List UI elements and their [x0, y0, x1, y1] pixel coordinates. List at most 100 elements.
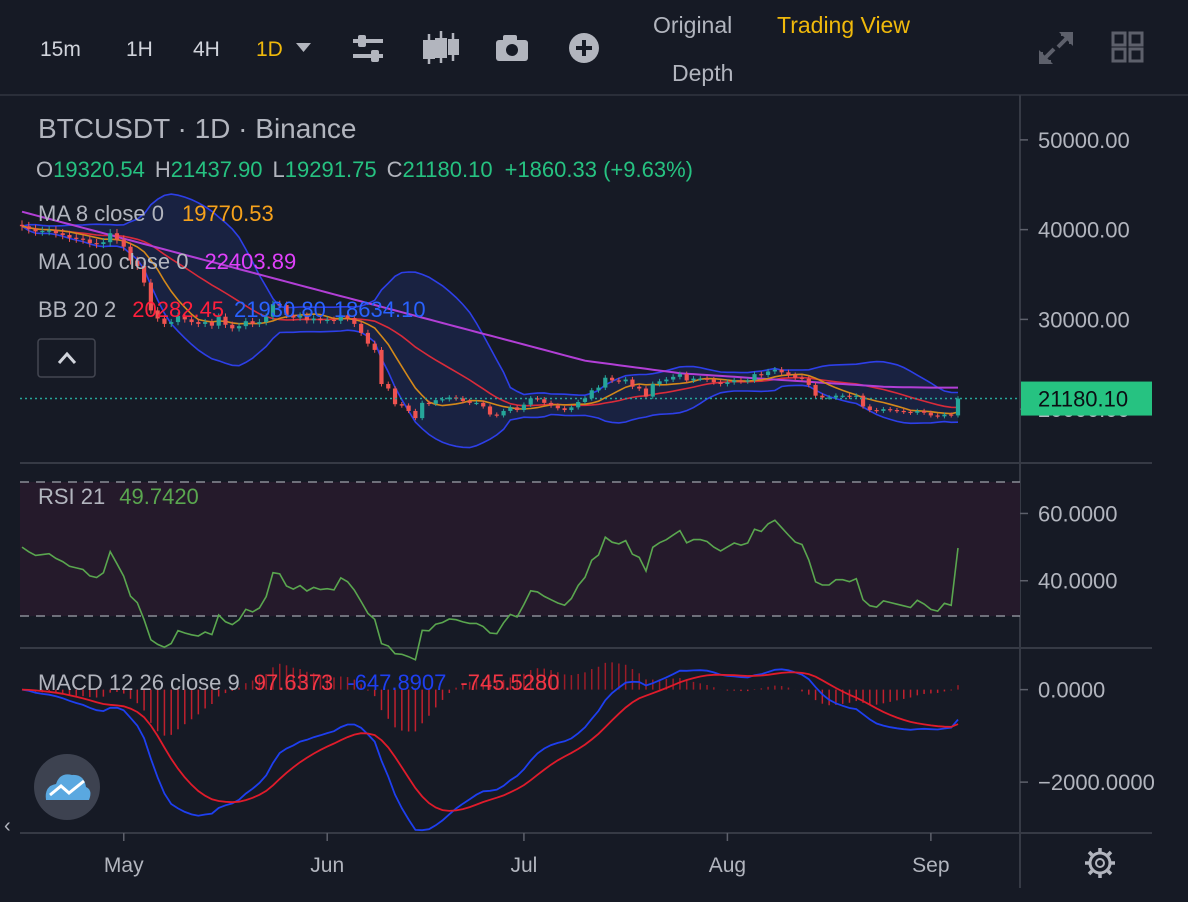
candle-body [236, 326, 242, 329]
candle [955, 396, 961, 418]
ohlc-readout: O19320.54 H21437.90 L19291.75 C21180.10 +186… [36, 157, 693, 182]
candle-body [94, 243, 99, 245]
time-tick-label: Jul [510, 854, 537, 877]
add-indicator-icon[interactable] [569, 33, 599, 63]
candle-body [854, 395, 859, 397]
candle-body [494, 414, 499, 416]
candle-body [169, 322, 174, 324]
candle-body [637, 386, 642, 389]
rsi-tick-label: 40.0000 [1038, 569, 1118, 594]
candle-body [894, 410, 900, 412]
candle-body [752, 374, 757, 381]
candle-body [691, 378, 696, 381]
symbol-title: BTCUSDT · 1D · Binance [38, 113, 356, 144]
candle-body [732, 380, 737, 383]
candle-body [874, 410, 879, 412]
candle-body [799, 377, 805, 379]
candle-body [813, 384, 818, 396]
price-tick-label: 40000.00 [1038, 218, 1130, 243]
candle-body [793, 375, 798, 378]
ohlc-o-label: O [36, 157, 53, 182]
candle-body [257, 322, 262, 324]
candle-body [467, 401, 472, 403]
candle-body [779, 369, 784, 373]
candle-body [386, 384, 391, 389]
candle-body [80, 238, 86, 240]
candle-body [765, 371, 771, 376]
candle-body [365, 332, 371, 344]
candle-body [888, 409, 893, 411]
collapse-legend-button[interactable] [37, 338, 96, 378]
candle-body [643, 388, 649, 397]
candlestick-type-icon[interactable] [423, 31, 459, 64]
tab-original[interactable]: Original [653, 12, 732, 38]
candle-body [867, 406, 872, 411]
candle-body [908, 411, 913, 414]
candle-body [555, 405, 560, 409]
candle-body [562, 408, 567, 411]
interval-15m[interactable]: 15m [40, 38, 81, 61]
candle-body [671, 376, 676, 380]
candle-body [847, 395, 852, 397]
candle-body [833, 395, 839, 398]
candle-body [820, 395, 825, 398]
candle-body [487, 406, 493, 415]
rsi-legend: RSI 21 49.7420 [38, 484, 199, 509]
candle-body [121, 239, 126, 247]
candle-body [515, 407, 520, 411]
candle-body [508, 407, 513, 411]
candle-body [745, 380, 750, 382]
candle-body [413, 410, 418, 419]
candle [392, 386, 398, 407]
interval-1d-active[interactable]: 1D [256, 38, 283, 61]
candle-body [711, 379, 716, 383]
macd-tick-label: 0.0000 [1038, 678, 1105, 703]
tab-trading-view[interactable]: Trading View [777, 12, 910, 38]
candle-body [196, 322, 201, 324]
candle-body [40, 230, 45, 233]
ohlc-h-label: H [155, 157, 171, 182]
candle-body [949, 414, 954, 416]
candle-body [501, 410, 506, 416]
candle-body [860, 395, 866, 407]
candle-body [901, 410, 906, 413]
ohlc-change: +1860.33 (+9.63%) [505, 157, 693, 182]
candle-body [650, 384, 655, 397]
candle-body [664, 379, 669, 382]
price-tick-label: 30000.00 [1038, 307, 1130, 332]
candle-body [426, 402, 432, 405]
candle-body [87, 239, 92, 244]
candle-body [19, 224, 25, 227]
candle-body [433, 400, 438, 404]
ohlc-close: 21180.10 [402, 157, 492, 182]
candle-body [772, 369, 777, 372]
candle-body [372, 343, 377, 350]
candle-body [942, 414, 947, 417]
candle-body [786, 372, 791, 376]
interval-4h[interactable]: 4H [193, 38, 220, 61]
price-chart[interactable]: 15m 1H 4H 1D Original Trading View Depth… [0, 0, 1188, 902]
candle-body [542, 399, 547, 403]
candle-body [548, 402, 554, 406]
candle-body [915, 410, 920, 413]
interval-1h[interactable]: 1H [126, 38, 153, 61]
candle-body [759, 374, 764, 376]
candle-body [657, 381, 662, 385]
candle-body [589, 390, 594, 399]
candle [650, 381, 655, 399]
candle-body [623, 379, 628, 382]
candle-body [596, 387, 601, 391]
candle-body [609, 377, 615, 381]
tab-depth[interactable]: Depth [672, 60, 733, 86]
candle-body [481, 402, 486, 407]
candle [420, 400, 425, 421]
candle-body [616, 380, 621, 382]
tradingview-logo-button[interactable] [34, 754, 100, 820]
scroll-left-icon[interactable]: ‹ [4, 815, 11, 837]
candle-body [677, 374, 683, 377]
candle-body [379, 349, 384, 385]
candle-body [420, 402, 425, 419]
candle-body [67, 235, 72, 238]
candle-body [33, 229, 38, 232]
macd-tick-label: −2000.0000 [1038, 770, 1155, 795]
